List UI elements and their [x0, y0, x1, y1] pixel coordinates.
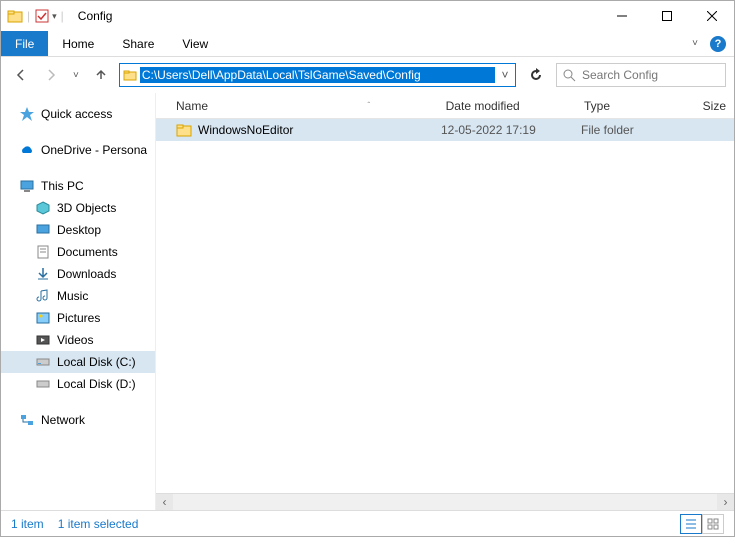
help-icon[interactable]: ?	[710, 36, 726, 52]
search-input[interactable]: Search Config	[556, 63, 726, 87]
window-controls	[599, 1, 734, 31]
qat-dropdown[interactable]: ▾	[52, 11, 57, 22]
cube-icon	[35, 200, 51, 216]
pictures-icon	[35, 310, 51, 326]
sidebar-item-desktop[interactable]: Desktop	[1, 219, 155, 241]
separator: |	[25, 9, 32, 23]
qat: | ▾ |	[1, 8, 72, 24]
column-headers: Name ˆ Date modified Type Size	[156, 93, 734, 119]
sidebar-item-3d-objects[interactable]: 3D Objects	[1, 197, 155, 219]
status-selected: 1 item selected	[58, 517, 139, 531]
ribbon: File Home Share View ˅ ?	[1, 31, 734, 57]
scroll-right-icon[interactable]: ›	[717, 494, 734, 511]
desktop-icon	[35, 222, 51, 238]
sidebar-item-videos[interactable]: Videos	[1, 329, 155, 351]
file-name: WindowsNoEditor	[198, 123, 293, 137]
sidebar-label: Desktop	[57, 223, 101, 237]
close-button[interactable]	[689, 1, 734, 31]
status-bar: 1 item 1 item selected	[1, 510, 734, 536]
back-button[interactable]	[9, 63, 33, 87]
minimize-button[interactable]	[599, 1, 644, 31]
file-row[interactable]: WindowsNoEditor 12-05-2022 17:19 File fo…	[156, 119, 734, 141]
history-dropdown[interactable]: ˅	[69, 70, 83, 81]
folder-icon	[7, 8, 23, 24]
file-tab[interactable]: File	[1, 31, 48, 56]
file-date: 12-05-2022 17:19	[441, 123, 581, 137]
document-icon	[35, 244, 51, 260]
disk-icon	[35, 376, 51, 392]
sidebar-label: This PC	[41, 179, 84, 193]
column-name[interactable]: Name ˆ	[156, 99, 438, 113]
sidebar-label: Pictures	[57, 311, 100, 325]
sidebar-label: Downloads	[57, 267, 116, 281]
download-icon	[35, 266, 51, 282]
window-title: Config	[72, 9, 113, 23]
music-icon	[35, 288, 51, 304]
search-placeholder: Search Config	[582, 68, 658, 82]
videos-icon	[35, 332, 51, 348]
title-bar: | ▾ | Config	[1, 1, 734, 31]
tab-view[interactable]: View	[168, 31, 222, 56]
file-type: File folder	[581, 123, 701, 137]
pc-icon	[19, 178, 35, 194]
details-view-button[interactable]	[680, 514, 702, 534]
view-toggle	[680, 514, 724, 534]
sidebar-item-downloads[interactable]: Downloads	[1, 263, 155, 285]
sidebar-label: Network	[41, 413, 85, 427]
sidebar-item-documents[interactable]: Documents	[1, 241, 155, 263]
sidebar-label: 3D Objects	[57, 201, 116, 215]
sidebar-label: Videos	[57, 333, 93, 347]
up-button[interactable]	[89, 63, 113, 87]
status-item-count: 1 item	[11, 517, 44, 531]
sidebar-item-local-disk-c[interactable]: Local Disk (C:)	[1, 351, 155, 373]
tab-home[interactable]: Home	[48, 31, 108, 56]
sort-ascending-icon: ˆ	[367, 101, 370, 110]
sidebar-label: Quick access	[41, 107, 112, 121]
sidebar-item-this-pc[interactable]: This PC	[1, 175, 155, 197]
sidebar-item-music[interactable]: Music	[1, 285, 155, 307]
ribbon-expand-icon[interactable]: ˅	[688, 38, 702, 49]
content-area: Quick access OneDrive - Persona This PC …	[1, 93, 734, 510]
disk-icon	[35, 354, 51, 370]
navigation-pane: Quick access OneDrive - Persona This PC …	[1, 93, 156, 510]
column-label: Name	[176, 99, 208, 113]
sidebar-item-local-disk-d[interactable]: Local Disk (D:)	[1, 373, 155, 395]
scroll-left-icon[interactable]: ‹	[156, 494, 173, 511]
sidebar-item-network[interactable]: Network	[1, 409, 155, 431]
file-list-area: Name ˆ Date modified Type Size WindowsNoE…	[156, 93, 734, 510]
maximize-button[interactable]	[644, 1, 689, 31]
cloud-icon	[19, 142, 35, 158]
search-icon	[563, 69, 576, 82]
address-bar[interactable]: C:\Users\Dell\AppData\Local\TslGame\Save…	[119, 63, 516, 87]
horizontal-scrollbar[interactable]: ‹ ›	[156, 493, 734, 510]
column-date-modified[interactable]: Date modified	[438, 99, 576, 113]
tab-share[interactable]: Share	[108, 31, 168, 56]
sidebar-item-quick-access[interactable]: Quick access	[1, 103, 155, 125]
column-size[interactable]: Size	[695, 99, 734, 113]
properties-icon[interactable]	[34, 8, 50, 24]
address-folder-icon	[120, 68, 140, 82]
sidebar-label: Music	[57, 289, 88, 303]
address-dropdown[interactable]: ˅	[495, 68, 515, 82]
address-path[interactable]: C:\Users\Dell\AppData\Local\TslGame\Save…	[140, 67, 495, 83]
sidebar-item-onedrive[interactable]: OneDrive - Persona	[1, 139, 155, 161]
file-list: WindowsNoEditor 12-05-2022 17:19 File fo…	[156, 119, 734, 493]
sidebar-item-pictures[interactable]: Pictures	[1, 307, 155, 329]
sidebar-label: Local Disk (C:)	[57, 355, 136, 369]
navigation-bar: ˅ C:\Users\Dell\AppData\Local\TslGame\Sa…	[1, 57, 734, 93]
folder-icon	[176, 122, 192, 138]
forward-button[interactable]	[39, 63, 63, 87]
separator: |	[59, 9, 66, 23]
column-type[interactable]: Type	[576, 99, 695, 113]
sidebar-label: Local Disk (D:)	[57, 377, 136, 391]
sidebar-label: OneDrive - Persona	[41, 143, 147, 157]
network-icon	[19, 412, 35, 428]
refresh-button[interactable]	[522, 63, 550, 87]
large-icons-view-button[interactable]	[702, 514, 724, 534]
star-icon	[19, 106, 35, 122]
sidebar-label: Documents	[57, 245, 118, 259]
